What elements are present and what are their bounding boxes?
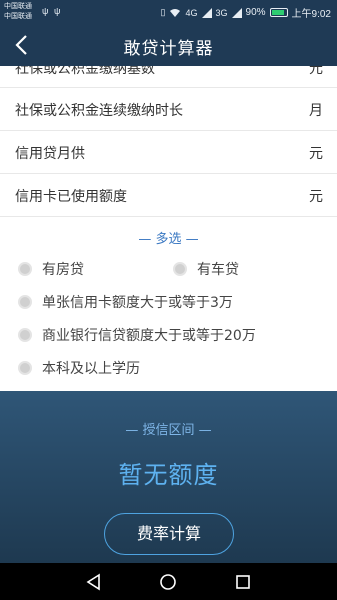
quota-value: 暂无额度	[118, 461, 219, 489]
app-header: 敢贷计算器	[0, 24, 337, 66]
radio-icon[interactable]	[173, 262, 187, 276]
signal-icon-2	[231, 7, 242, 18]
clock: 上午9:02	[291, 9, 331, 20]
row-label: 社保或公积金连续缴纳时长	[15, 103, 183, 119]
row-credit-loan-monthly[interactable]: 信用贷月供 元	[0, 131, 337, 174]
system-nav-bar	[0, 563, 337, 600]
radio-icon[interactable]	[18, 262, 32, 276]
vibrate-icon: ▯	[160, 7, 166, 17]
result-panel: — 授信区间 — 暂无额度 费率计算	[0, 391, 337, 563]
network-3g: 3G	[215, 7, 228, 18]
wifi-icon	[170, 8, 181, 17]
option-label: 有车贷	[197, 262, 239, 278]
row-label: 社保或公积金缴纳基数	[15, 66, 155, 77]
option-card-limit[interactable]: 单张信用卡额度大于或等于3万	[18, 292, 233, 312]
usb-debug-icon: ψ	[54, 6, 61, 16]
row-unit: 元	[309, 146, 323, 162]
option-bank-credit[interactable]: 商业银行信贷额度大于或等于20万	[18, 325, 256, 345]
battery-percent: 90%	[245, 7, 266, 18]
status-bar: 中国联通 中国联通 ψ ψ ▯ 4G 3G 90% 上午9:02	[0, 0, 337, 24]
multi-select-header: — 多选 —	[138, 232, 199, 247]
carrier-1: 中国联通	[4, 3, 32, 10]
credit-range-label: — 授信区间 —	[125, 423, 212, 438]
signal-icon-1	[201, 7, 212, 18]
row-unit: 月	[309, 103, 323, 119]
network-4g: 4G	[185, 7, 198, 18]
nav-back-icon[interactable]	[84, 572, 104, 592]
carrier-2: 中国联通	[4, 13, 32, 20]
option-label: 本科及以上学历	[42, 361, 140, 377]
usb-icon: ψ	[42, 6, 49, 16]
row-label: 信用贷月供	[15, 146, 85, 162]
option-car-loan[interactable]: 有车贷	[173, 259, 239, 279]
page-title: 敢贷计算器	[123, 39, 214, 59]
option-label: 有房贷	[42, 262, 84, 278]
radio-icon[interactable]	[18, 328, 32, 342]
option-label: 单张信用卡额度大于或等于3万	[42, 295, 233, 311]
row-label: 信用卡已使用额度	[15, 189, 127, 205]
radio-icon[interactable]	[18, 295, 32, 309]
row-unit: 元	[309, 66, 323, 77]
nav-recents-icon[interactable]	[233, 572, 253, 592]
battery-icon	[269, 8, 288, 17]
row-unit: 元	[309, 189, 323, 205]
option-label: 商业银行信贷额度大于或等于20万	[42, 328, 256, 344]
input-rows: 社保或公积金缴纳基数 元 社保或公积金连续缴纳时长 月 信用贷月供 元 信用卡已…	[0, 66, 337, 217]
nav-home-icon[interactable]	[158, 572, 178, 592]
rate-calc-button[interactable]: 费率计算	[104, 513, 234, 555]
radio-icon[interactable]	[18, 361, 32, 375]
row-credit-card-used[interactable]: 信用卡已使用额度 元	[0, 174, 337, 217]
row-base-amount[interactable]: 社保或公积金缴纳基数 元	[0, 66, 337, 88]
option-mortgage[interactable]: 有房贷	[18, 259, 84, 279]
carrier-labels: 中国联通 中国联通	[4, 2, 32, 22]
option-education[interactable]: 本科及以上学历	[18, 358, 140, 378]
row-payment-duration[interactable]: 社保或公积金连续缴纳时长 月	[0, 88, 337, 131]
